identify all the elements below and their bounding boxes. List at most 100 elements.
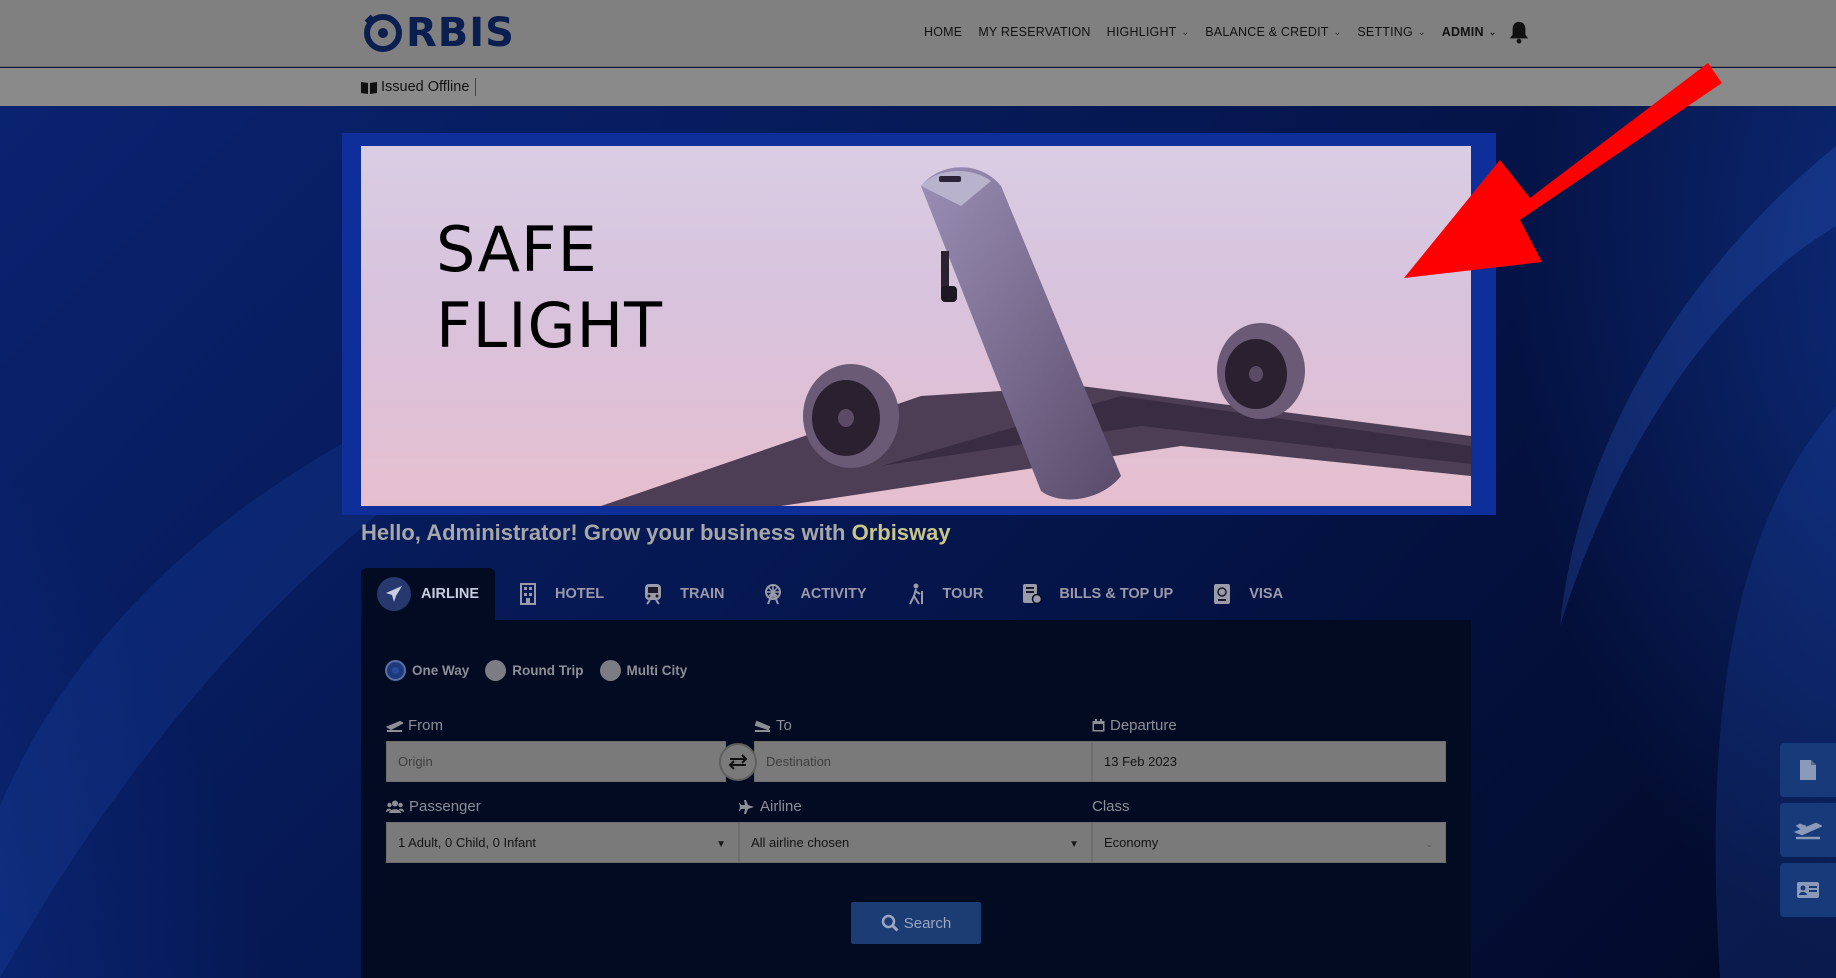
to-label: To [754,717,792,734]
tab-visa[interactable]: VISA [1189,568,1299,620]
greeting-message: Hello, Administrator! Grow your business… [361,520,852,545]
airline-label: Airline [739,798,802,815]
trip-one-way-label: One Way [412,663,470,678]
from-label-text: From [408,717,443,734]
promo-banner[interactable]: SAFE FLIGHT [361,146,1471,506]
airline-label-text: Airline [760,798,802,815]
origin-input[interactable] [398,754,714,769]
trip-type-selector: One Way Round Trip Multi City [385,660,703,681]
orbis-logo-icon [364,14,402,52]
class-value: Economy [1104,835,1159,850]
airline-select[interactable]: All airline chosen ▼ [739,822,1092,863]
tab-activity-label: ACTIVITY [800,586,867,602]
tab-tour-label: TOUR [942,586,984,602]
radio-one-way[interactable] [385,660,406,681]
chevron-down-icon: ⌄ [1417,26,1426,37]
orbis-logo[interactable]: RBIS [362,10,515,56]
side-contact-button[interactable] [1780,863,1836,917]
trip-one-way[interactable]: One Way [385,660,469,681]
caret-down-icon: ▼ [1069,839,1079,850]
destination-input[interactable] [766,754,1080,769]
to-label-text: To [776,717,792,734]
passenger-select[interactable]: 1 Adult, 0 Child, 0 Infant ▼ [386,822,739,863]
chevron-down-icon: ⌄ [1425,839,1433,849]
nav-highlight[interactable]: HIGHLIGHT ⌄ [1107,25,1190,39]
passenger-label-text: Passenger [409,798,481,815]
book-icon [361,81,377,94]
train-icon [636,577,670,611]
trip-round-trip[interactable]: Round Trip [485,660,584,681]
class-select[interactable]: Economy ⌄ [1092,822,1446,863]
side-document-button[interactable] [1780,743,1836,797]
chevron-down-icon: ⌄ [1181,26,1190,37]
id-card-icon [1797,882,1819,898]
tab-airline-label: AIRLINE [421,586,479,602]
class-label-text: Class [1092,798,1130,815]
passenger-value: 1 Adult, 0 Child, 0 Infant [398,835,537,850]
swap-arrows-icon [728,754,748,770]
search-button[interactable]: Search [851,902,981,944]
departure-date-field[interactable]: 13 Feb 2023 [1092,741,1446,782]
tab-activity[interactable]: ACTIVITY [740,568,882,620]
class-label: Class [1092,798,1130,815]
trip-multi-city-label: Multi City [626,663,688,678]
document-icon [1800,760,1816,780]
chevron-down-icon: ⌄ [1488,26,1497,37]
hiker-icon [899,577,933,611]
plane-icon [739,799,754,814]
nav-my-reservation[interactable]: MY RESERVATION [978,25,1090,39]
tab-airline[interactable]: AIRLINE [361,568,495,620]
tab-hotel-label: HOTEL [555,586,605,602]
hotel-icon [511,577,545,611]
tab-bills-top-up[interactable]: BILLS & TOP UP [999,568,1189,620]
nav-balance-credit-label: BALANCE & CREDIT [1205,25,1329,39]
nav-admin-label: ADMIN [1441,25,1484,39]
bell-icon[interactable] [1508,20,1530,44]
passport-icon [1205,577,1239,611]
radio-multi-city[interactable] [599,660,621,681]
nav-my-reservation-label: MY RESERVATION [978,25,1091,39]
tab-bills-top-up-label: BILLS & TOP UP [1059,586,1174,602]
brand-name: Orbisway [851,520,951,545]
nav-highlight-label: HIGHLIGHT [1106,25,1177,39]
departure-date-value: 13 Feb 2023 [1104,754,1178,769]
tab-train-label: TRAIN [680,586,725,602]
side-flight-button[interactable] [1780,803,1836,857]
nav-home[interactable]: HOME [924,25,962,39]
issued-offline-link[interactable]: Issued Offline [361,78,477,96]
greeting-text: Hello, Administrator! Grow your business… [361,520,951,546]
origin-field[interactable] [386,741,726,782]
red-annotation-arrow [1404,63,1722,278]
nav-admin[interactable]: ADMIN ⌄ [1442,25,1497,39]
swap-route-button[interactable] [719,743,757,781]
users-icon [386,800,404,813]
top-header: RBIS HOME MY RESERVATION HIGHLIGHT ⌄ BALA… [0,0,1836,67]
flight-departure-icon [1794,822,1822,840]
nav-home-label: HOME [924,25,963,39]
radio-round-trip[interactable] [485,660,507,681]
airplane-icon [377,577,411,611]
calendar-icon [1092,719,1105,732]
tab-visa-label: VISA [1249,586,1284,602]
landing-icon [754,720,771,732]
product-tabs: AIRLINE HOTEL TRAIN ACTIVITY TOUR BILLS … [361,568,1299,620]
tab-train[interactable]: TRAIN [620,568,740,620]
caret-down-icon: ▼ [716,839,726,850]
nav-balance-credit[interactable]: BALANCE & CREDIT ⌄ [1205,25,1341,39]
from-label: From [386,717,443,734]
trip-multi-city[interactable]: Multi City [599,660,688,681]
issued-offline-label: Issued Offline [381,79,470,95]
logo-text: RBIS [406,10,515,56]
destination-field[interactable] [754,741,1092,782]
nav-setting[interactable]: SETTING ⌄ [1357,25,1425,39]
tab-tour[interactable]: TOUR [883,568,1000,620]
search-button-label: Search [903,914,952,932]
trip-round-trip-label: Round Trip [512,663,584,678]
search-icon [881,914,899,932]
bill-icon [1015,577,1049,611]
airline-value: All airline chosen [751,835,850,850]
main-nav: HOME MY RESERVATION HIGHLIGHT ⌄ BALANCE &… [924,0,1530,64]
departure-label: Departure [1092,717,1177,734]
takeoff-icon [386,720,403,732]
tab-hotel[interactable]: HOTEL [495,568,620,620]
